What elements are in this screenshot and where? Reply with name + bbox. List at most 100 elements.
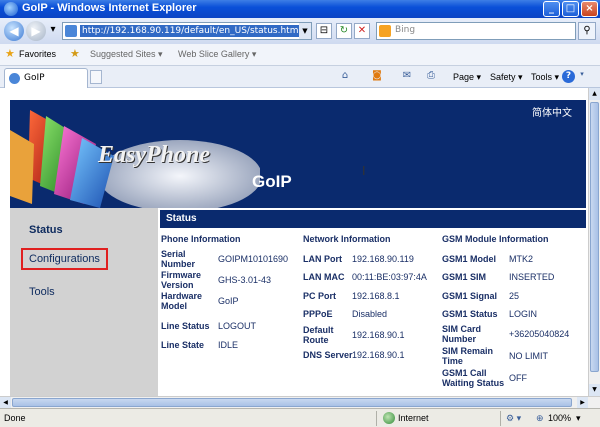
scroll-down-icon[interactable]: ▼ bbox=[589, 384, 600, 396]
window-title: GoIP - Windows Internet Explorer bbox=[22, 2, 197, 14]
horizontal-scrollbar[interactable]: ◀ ▶ bbox=[0, 396, 600, 408]
favorites-bar: ★ Favorites ★ Suggested Sites ▾ Web Slic… bbox=[0, 44, 600, 66]
page-icon bbox=[65, 25, 77, 37]
default-route-label: Default Route bbox=[303, 325, 334, 345]
line-status-label: Line Status bbox=[161, 321, 210, 331]
search-icon[interactable]: ⚲ bbox=[578, 22, 596, 40]
goip-header: EasyPhone 简体中文 GoIP bbox=[10, 100, 586, 208]
favorites-button[interactable]: Favorites bbox=[19, 49, 56, 59]
lan-mac-value: 00:11:BE:03:97:4A bbox=[352, 272, 427, 282]
pppoe-value: Disabled bbox=[352, 309, 388, 319]
gsm-info-heading: GSM Module Information bbox=[442, 234, 549, 244]
maximize-button[interactable]: □ bbox=[562, 1, 579, 17]
ie-icon bbox=[4, 2, 18, 16]
gsm1-call-waiting-label: GSM1 Call Waiting Status bbox=[442, 368, 505, 388]
search-placeholder: Bing bbox=[395, 25, 416, 35]
stop-icon[interactable]: ✕ bbox=[354, 23, 370, 39]
sim-remain-time-label: SIM Remain Time bbox=[442, 346, 494, 366]
sidebar-item-configurations[interactable]: Configurations bbox=[21, 248, 108, 270]
new-tab-button[interactable] bbox=[90, 70, 102, 84]
compatibility-icon[interactable]: ⊟ bbox=[316, 23, 332, 39]
lan-port-value: 192.168.90.119 bbox=[352, 254, 414, 264]
pc-port-label: PC Port bbox=[303, 291, 337, 301]
gsm1-signal-label: GSM1 Signal bbox=[442, 291, 498, 301]
sim-card-number-value: +36205040824 bbox=[509, 329, 570, 339]
gsm1-signal-value: 25 bbox=[509, 291, 520, 301]
product-title: GoIP bbox=[252, 172, 292, 191]
language-link[interactable]: 简体中文 bbox=[532, 104, 572, 119]
gsm1-sim-value: INSERTED bbox=[509, 272, 555, 282]
gsm1-call-waiting-value: OFF bbox=[509, 373, 527, 383]
vertical-scrollbar[interactable]: ▲ ▼ bbox=[588, 88, 600, 396]
feeds-icon[interactable]: ◙ bbox=[370, 70, 384, 83]
address-url[interactable]: http://192.168.90.119/default/en_US/stat… bbox=[80, 25, 303, 37]
help-dropdown-icon[interactable]: ▾ bbox=[575, 70, 589, 83]
tab-label: GoIP bbox=[24, 73, 45, 83]
serial-number-label: Serial Number bbox=[161, 249, 196, 269]
history-dropdown-icon[interactable]: ▾ bbox=[47, 23, 59, 39]
gsm1-model-value: MTK2 bbox=[509, 254, 534, 264]
back-button[interactable]: ◀ bbox=[4, 21, 24, 41]
dns-server-label: DNS Server bbox=[303, 350, 353, 360]
zoom-dropdown-icon[interactable]: ▾ bbox=[576, 413, 581, 424]
sidebar-item-tools[interactable]: Tools bbox=[29, 286, 55, 298]
gsm1-status-label: GSM1 Status bbox=[442, 309, 498, 319]
sidebar: Status Configurations Tools bbox=[10, 208, 158, 396]
web-slice-gallery-link[interactable]: Web Slice Gallery ▾ bbox=[178, 49, 256, 60]
bing-icon bbox=[379, 25, 391, 37]
default-route-value: 192.168.90.1 bbox=[352, 330, 405, 340]
lan-port-label: LAN Port bbox=[303, 254, 342, 264]
vertical-scroll-thumb[interactable] bbox=[590, 102, 599, 372]
favorites-star-icon[interactable]: ★ bbox=[5, 47, 15, 60]
zoom-icon[interactable]: ⊕ bbox=[536, 413, 544, 424]
tools-menu[interactable]: Tools ▾ bbox=[531, 72, 559, 83]
status-panel-title: Status bbox=[160, 210, 586, 228]
status-text: Done bbox=[4, 413, 26, 423]
close-button[interactable]: × bbox=[581, 1, 598, 17]
line-status-value: LOGOUT bbox=[218, 321, 257, 331]
print-icon[interactable]: ⎙ bbox=[424, 70, 438, 83]
protected-mode-icon[interactable]: ⚙ ▾ bbox=[506, 413, 521, 424]
line-state-value: IDLE bbox=[218, 340, 239, 350]
status-bar: Done Internet ⚙ ▾ ⊕ 100% ▾ bbox=[0, 408, 600, 427]
easyphone-wordmark: EasyPhone bbox=[98, 142, 211, 168]
dns-server-value: 192.168.90.1 bbox=[352, 350, 405, 360]
horizontal-scroll-thumb[interactable] bbox=[12, 398, 572, 407]
status-divider bbox=[500, 411, 501, 426]
tab-goip[interactable]: GoIP bbox=[4, 68, 88, 88]
security-zone[interactable]: Internet bbox=[398, 413, 429, 423]
pc-port-value: 192.168.8.1 bbox=[352, 291, 400, 301]
gsm1-model-label: GSM1 Model bbox=[442, 254, 497, 264]
address-bar[interactable]: http://192.168.90.119/default/en_US/stat… bbox=[62, 22, 312, 40]
firmware-version-value: GHS-3.01-43 bbox=[218, 275, 272, 285]
scroll-right-icon[interactable]: ▶ bbox=[577, 397, 588, 408]
text-cursor-icon: I bbox=[362, 164, 366, 178]
hardware-model-label: Hardware Model bbox=[161, 291, 203, 311]
home-icon[interactable]: ⌂ bbox=[338, 70, 352, 83]
sim-remain-time-value: NO LIMIT bbox=[509, 351, 549, 361]
title-bar: GoIP - Windows Internet Explorer _ □ × bbox=[0, 0, 600, 18]
page-menu[interactable]: Page ▾ bbox=[453, 72, 481, 83]
help-icon[interactable]: ? bbox=[562, 70, 575, 83]
add-favorites-icon[interactable]: ★ bbox=[70, 47, 80, 60]
address-dropdown-icon[interactable]: ▼ bbox=[299, 23, 311, 39]
sidebar-item-status[interactable]: Status bbox=[29, 224, 63, 236]
safety-menu[interactable]: Safety ▾ bbox=[490, 72, 523, 83]
status-divider bbox=[376, 411, 377, 426]
tab-page-icon bbox=[9, 73, 20, 84]
gsm1-sim-label: GSM1 SIM bbox=[442, 272, 487, 282]
scroll-left-icon[interactable]: ◀ bbox=[0, 397, 11, 408]
refresh-icon[interactable]: ↻ bbox=[336, 23, 352, 39]
internet-zone-icon bbox=[383, 412, 395, 424]
lan-mac-label: LAN MAC bbox=[303, 272, 345, 282]
suggested-sites-link[interactable]: Suggested Sites ▾ bbox=[90, 49, 163, 60]
mail-icon[interactable]: ✉ bbox=[400, 70, 414, 83]
hardware-model-value: GoIP bbox=[218, 296, 239, 306]
forward-button[interactable]: ▶ bbox=[26, 21, 46, 41]
zoom-level[interactable]: 100% bbox=[548, 413, 571, 423]
gsm1-status-value: LOGIN bbox=[509, 309, 538, 319]
minimize-button[interactable]: _ bbox=[543, 1, 560, 17]
page-viewport: EasyPhone 简体中文 GoIP Status Configuration… bbox=[0, 88, 588, 396]
scroll-up-icon[interactable]: ▲ bbox=[589, 88, 600, 100]
search-input[interactable]: Bing bbox=[376, 22, 576, 40]
